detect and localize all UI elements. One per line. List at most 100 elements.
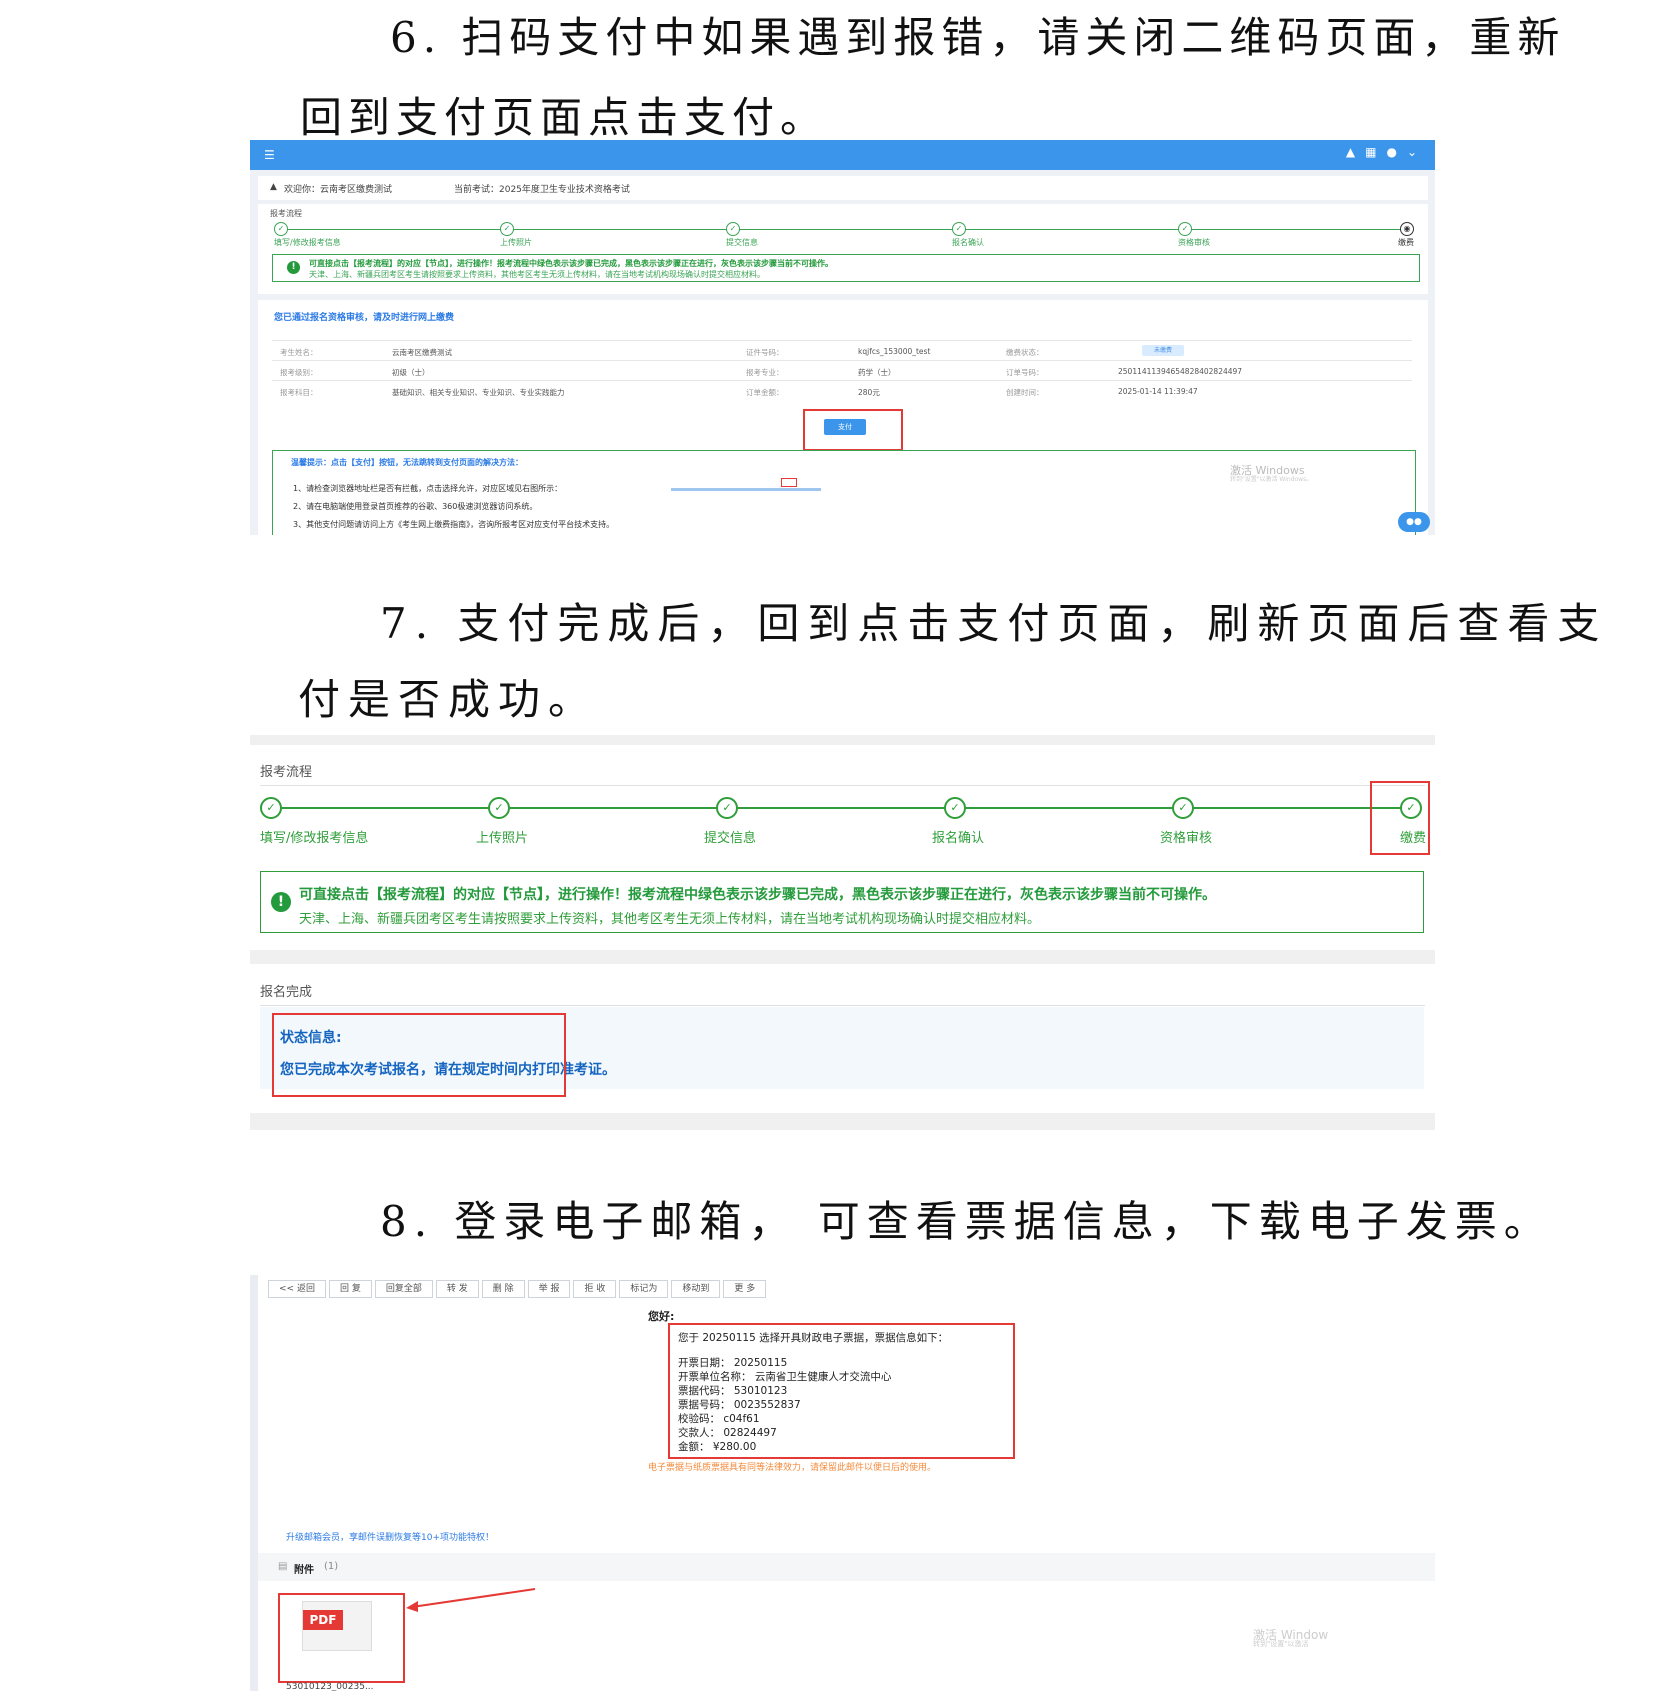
address-bar-illustration (671, 488, 821, 491)
exam-payment-screenshot: ☰ ▲ ▦ ● ⌄ ▲ 欢迎你：云南考区缴费测试 当前考试：2025年度卫生专业… (250, 140, 1435, 535)
email-invoice-screenshot: << 返回 回 复 回复全部 转 发 删 除 举 报 拒 收 标记为 移动到 更… (250, 1275, 1435, 1691)
step-review[interactable]: ✓ 资格审核 (1160, 797, 1212, 846)
lock-icon[interactable]: ▲ (1346, 145, 1355, 159)
pdf-file-icon[interactable]: PDF (302, 1601, 372, 1651)
step-upload-photo[interactable]: ✓ 上传照片 (500, 222, 620, 248)
status-badge: 未缴费 (1142, 345, 1184, 356)
delete-button[interactable]: 删 除 (481, 1280, 525, 1298)
back-button[interactable]: << 返回 (268, 1280, 326, 1298)
flow-title: 报考流程 (270, 209, 302, 218)
step-upload-photo[interactable]: ✓ 上传照片 (476, 797, 528, 846)
payment-panel: 您已通过报名资格审核，请及时进行网上缴费 考生姓名： 云南考区缴费测试 证件号码… (258, 300, 1428, 535)
move-to-button[interactable]: 移动到 (671, 1280, 721, 1298)
step-confirm[interactable]: ✓ 报名确认 (952, 222, 1072, 248)
user-icon: ▲ (270, 182, 277, 192)
invoice-field: 票据代码： 53010123 (678, 1385, 788, 1397)
avatar-icon[interactable]: ● (1386, 145, 1396, 159)
alert-icon: ! (287, 261, 300, 274)
reject-button[interactable]: 拒 收 (573, 1280, 617, 1298)
attachment-label: 附件 (294, 1565, 314, 1576)
check-icon: ✓ (488, 797, 510, 819)
reply-button[interactable]: 回 复 (328, 1280, 372, 1298)
tip-line1: 可直接点击【报考流程】的对应【节点】，进行操作！报考流程中绿色表示该步骤已完成，… (309, 259, 833, 268)
step-payment[interactable]: ◉ 缴费 (1354, 222, 1414, 248)
welcome-text: 欢迎你：云南考区缴费测试 (284, 185, 393, 195)
alert-icon: ! (271, 892, 291, 912)
left-edge (250, 1275, 258, 1691)
attachment-count: (1) (324, 1561, 339, 1572)
attachment-filename[interactable]: 53010123_00235... (286, 1682, 374, 1691)
tip-line2: 天津、上海、新疆兵团考区考生请按照要求上传资料，其他考区考生无须上传材料，请在当… (299, 912, 1041, 927)
invoice-field: 开票单位名称： 云南省卫生健康人才交流中心 (678, 1371, 892, 1383)
top-bar: ☰ ▲ ▦ ● ⌄ (250, 140, 1435, 170)
current-step-icon: ◉ (1400, 222, 1414, 236)
step6-line2: 回到支付页面点击支付。 (300, 93, 829, 142)
step-submit-info[interactable]: ✓ 提交信息 (704, 797, 756, 846)
help-item: 3、其他支付问题请访问上方《考生网上缴费指南》，咨询所报考区对应支付平台技术支持… (293, 520, 615, 529)
flow-tip: ! 可直接点击【报考流程】的对应【节点】，进行操作！报考流程中绿色表示该步骤已完… (272, 254, 1420, 282)
table-row: 考生姓名： 云南考区缴费测试 证件号码： kqjfcs_153000_test … (272, 340, 1412, 361)
invoice-field: 开票日期： 20250115 (678, 1357, 788, 1369)
check-icon: ✓ (944, 797, 966, 819)
invoice-field: 交款人： 02824497 (678, 1427, 777, 1439)
arrow-icon (406, 1588, 536, 1612)
flow-steps: ✓ 填写/修改报考信息 ✓ 上传照片 ✓ 提交信息 ✓ 报名确认 ✓ 资格审核 ✓ 缴费 (260, 797, 1426, 847)
popup-block-icon (781, 478, 797, 487)
menu-icon[interactable]: ☰ (264, 148, 275, 162)
more-button[interactable]: 更 多 (723, 1280, 767, 1298)
forward-button[interactable]: 转 发 (435, 1280, 479, 1298)
attachment-bar: ▤ 附件 (1) (258, 1553, 1435, 1581)
help-title: 温馨提示：点击【支付】按钮，无法跳转到支付页面的解决方法： (291, 458, 523, 467)
mark-as-button[interactable]: 标记为 (619, 1280, 669, 1298)
invoice-field: 校验码： c04f61 (678, 1413, 760, 1425)
step8-line1: 8. 登录电子邮箱， 可查看票据信息，下载电子发票。 (380, 1197, 1553, 1246)
check-icon: ✓ (1178, 222, 1192, 236)
help-item: 1、请检查浏览器地址栏是否有拦截，点击选择允许，对应区域见右图所示： (293, 484, 563, 493)
reply-all-button[interactable]: 回复全部 (374, 1280, 433, 1298)
step7-line1: 7. 支付完成后，回到点击支付页面，刷新页面后查看支 (380, 599, 1608, 648)
flow-tip: ! 可直接点击【报考流程】的对应【节点】，进行操作！报考流程中绿色表示该步骤已完… (260, 871, 1424, 933)
grid-icon[interactable]: ▦ (1365, 145, 1376, 159)
top-band (250, 735, 1435, 745)
step-fill-info[interactable]: ✓ 填写/修改报考信息 (260, 797, 368, 846)
step-submit-info[interactable]: ✓ 提交信息 (726, 222, 846, 248)
check-icon: ✓ (716, 797, 738, 819)
step-confirm[interactable]: ✓ 报名确认 (932, 797, 984, 846)
invoice-field: 金额： ¥280.00 (678, 1441, 757, 1453)
check-icon: ✓ (500, 222, 514, 236)
complete-title: 报名完成 (260, 985, 313, 1000)
report-button[interactable]: 举 报 (527, 1280, 571, 1298)
attachment-icon: ▤ (278, 1561, 288, 1572)
step-review[interactable]: ✓ 资格审核 (1178, 222, 1298, 248)
invoice-field: 票据号码： 0023552837 (678, 1399, 801, 1411)
greeting: 您好: (648, 1310, 675, 1323)
bottom-band (250, 1113, 1435, 1130)
table-row: 报考科目： 基础知识、相关专业知识、专业知识、专业实践能力 订单金额： 280元… (272, 380, 1412, 401)
help-item: 2、请在电脑端使用登录首页推荐的谷歌、360极速浏览器访问系统。 (293, 502, 538, 511)
status-highlight-box (272, 1013, 566, 1097)
legal-notice: 电子票据与纸质票据具有同等法律效力，请保留此邮件以便日后的使用。 (648, 1463, 937, 1473)
invoice-intro: 您于 20250115 选择开具财政电子票据，票据信息如下： (678, 1332, 949, 1344)
check-icon: ✓ (952, 222, 966, 236)
flow-steps: ✓ 填写/修改报考信息 ✓ 上传照片 ✓ 提交信息 ✓ 报名确认 ✓ 资格审核 ◉ 缴费 (274, 222, 1414, 248)
windows-watermark-sub: 转到"设置"以激活 Windows。 (1230, 476, 1313, 483)
check-icon: ✓ (726, 222, 740, 236)
user-bar: ▲ 欢迎你：云南考区缴费测试 当前考试：2025年度卫生专业技术资格考试 (258, 176, 1428, 200)
pdf-label: PDF (303, 1610, 343, 1630)
step7-line2: 付是否成功。 (298, 675, 599, 724)
invoice-info-box: 您于 20250115 选择开具财政电子票据，票据信息如下： 开票日期： 202… (668, 1323, 1015, 1459)
pay-button[interactable]: 支付 (824, 419, 866, 435)
tip-line2: 天津、上海、新疆兵团考区考生请按照要求上传资料，其他考区考生无须上传材料，请在当… (309, 270, 765, 279)
flow-title: 报考流程 (260, 765, 313, 780)
check-icon: ✓ (1172, 797, 1194, 819)
windows-watermark-sub: 转到"设置"以激活 (1253, 1640, 1309, 1648)
chat-icon[interactable]: ●● (1398, 512, 1430, 532)
upgrade-link[interactable]: 升级邮箱会员，享邮件误删恢复等10+项功能特权！ (286, 1530, 494, 1543)
check-icon: ✓ (260, 797, 282, 819)
flow-line (270, 807, 1408, 809)
chevron-down-icon[interactable]: ⌄ (1407, 145, 1417, 159)
registration-status-screenshot: 报考流程 ✓ 填写/修改报考信息 ✓ 上传照片 ✓ 提交信息 ✓ 报名确认 ✓ 资格审核 … (250, 735, 1435, 1130)
payment-step-highlight (1370, 781, 1430, 855)
step-fill-info[interactable]: ✓ 填写/修改报考信息 (274, 222, 394, 248)
step6-line1: 6. 扫码支付中如果遇到报错，请关闭二维码页面，重新 (390, 13, 1566, 62)
